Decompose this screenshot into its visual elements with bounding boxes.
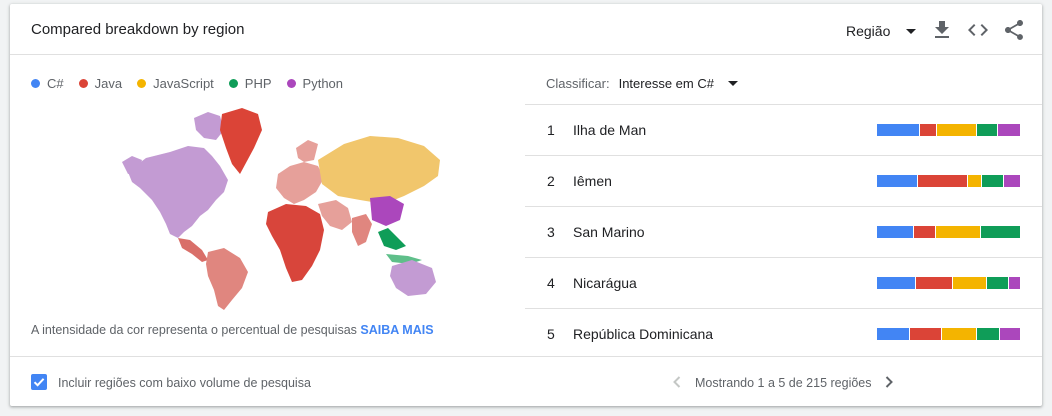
region-ranking-list: 1 Ilha de Man 2 Iêmen 3 San Marino 4 Nicarágua 5… — [525, 104, 1042, 359]
map-region-europe — [276, 162, 324, 204]
include-low-volume-label[interactable]: Incluir regiões com baixo volume de pesq… — [58, 376, 311, 390]
region-breakdown-card: Compared breakdown by region Região C# J… — [10, 4, 1042, 406]
region-name: República Dominicana — [573, 326, 714, 342]
legend-dot — [137, 78, 147, 88]
share-segment-php — [980, 226, 1020, 238]
map-region-scandinavia — [296, 140, 318, 162]
region-share-bar — [877, 328, 1020, 340]
share-segment-java — [919, 124, 937, 136]
share-segment-javascript — [936, 226, 980, 238]
sort-control: Classificar: Interesse em C# — [546, 74, 738, 92]
region-dropdown-label: Região — [846, 23, 891, 39]
share-segment-python — [1000, 328, 1020, 340]
region-row[interactable]: 1 Ilha de Man — [525, 104, 1042, 155]
map-region-china — [370, 196, 404, 226]
legend-label: PHP — [244, 75, 272, 91]
sort-label: Classificar: — [546, 75, 610, 91]
card-footer: Incluir regiões com baixo volume de pesq… — [10, 356, 1042, 407]
share-segment-csharp — [877, 175, 917, 187]
region-row[interactable]: 2 Iêmen — [525, 155, 1042, 206]
share-segment-java — [915, 277, 952, 289]
region-rank: 5 — [547, 326, 555, 342]
legend-dot — [31, 78, 40, 88]
map-region-russia — [318, 136, 440, 204]
map-region-india — [352, 214, 372, 246]
legend-item-python[interactable]: Python — [286, 75, 344, 91]
share-segment-php — [976, 328, 1000, 340]
share-segment-csharp — [877, 328, 910, 340]
region-share-bar — [877, 175, 1020, 187]
region-share-bar — [877, 124, 1020, 136]
chevron-down-icon[interactable] — [727, 80, 738, 86]
share-segment-python — [1008, 277, 1020, 289]
region-share-bar — [877, 226, 1020, 238]
legend-item-java[interactable]: Java — [78, 75, 123, 91]
share-segment-javascript — [952, 277, 986, 289]
legend-dot — [78, 78, 88, 88]
region-rank: 3 — [547, 224, 555, 240]
region-rank: 4 — [547, 275, 555, 291]
share-segment-php — [982, 175, 1004, 187]
map-region-central-america — [178, 238, 208, 262]
card-header: Compared breakdown by region Região — [10, 4, 1042, 55]
legend-label: Java — [94, 75, 123, 91]
region-row[interactable]: 3 San Marino — [525, 206, 1042, 257]
world-map[interactable] — [108, 100, 444, 312]
learn-more-link[interactable]: SAIBA MAIS — [360, 323, 433, 337]
share-segment-php — [977, 124, 997, 136]
region-name: Iêmen — [573, 173, 612, 189]
legend-label: JavaScript — [153, 75, 214, 91]
region-row[interactable]: 4 Nicarágua — [525, 257, 1042, 308]
card-title: Compared breakdown by region — [31, 21, 245, 38]
share-segment-javascript — [937, 124, 977, 136]
map-region-canada-islands — [194, 112, 224, 140]
map-region-southeast-asia — [378, 228, 406, 250]
legend-item-php[interactable]: PHP — [228, 75, 272, 91]
map-region-north-america — [128, 146, 228, 238]
map-region-africa — [266, 204, 324, 282]
legend-item-javascript[interactable]: JavaScript — [137, 76, 214, 91]
share-segment-java — [914, 226, 936, 238]
map-region-greenland — [220, 108, 262, 174]
legend-item-csharp[interactable]: C# — [31, 76, 64, 91]
pagination-status: Mostrando 1 a 5 de 215 regiões — [695, 376, 872, 390]
include-low-volume-checkbox[interactable] — [31, 374, 47, 390]
chevron-down-icon — [906, 28, 917, 34]
download-icon[interactable] — [930, 18, 954, 42]
region-name: San Marino — [573, 224, 645, 240]
share-segment-python — [997, 124, 1020, 136]
share-icon[interactable] — [1002, 18, 1026, 42]
map-region-middle-east — [318, 200, 352, 230]
map-region-australia — [390, 260, 436, 296]
share-segment-python — [1004, 175, 1020, 187]
region-rank: 1 — [547, 122, 555, 138]
map-color-note: A intensidade da cor representa o percen… — [31, 323, 434, 337]
next-page-icon[interactable] — [881, 374, 897, 390]
map-region-south-america — [206, 248, 248, 310]
share-segment-csharp — [877, 226, 914, 238]
region-share-bar — [877, 277, 1020, 289]
series-legend: C# Java JavaScript PHP Python — [31, 74, 358, 92]
share-segment-csharp — [877, 124, 919, 136]
embed-code-icon[interactable] — [966, 18, 990, 42]
region-name: Nicarágua — [573, 275, 637, 291]
previous-page-icon[interactable] — [669, 374, 685, 390]
legend-label: C# — [47, 75, 64, 91]
map-note-text: A intensidade da cor representa o percen… — [31, 323, 357, 337]
region-rank: 2 — [547, 173, 555, 189]
share-segment-javascript — [942, 328, 976, 340]
share-segment-java — [917, 175, 968, 187]
share-segment-javascript — [968, 175, 982, 187]
share-segment-php — [987, 277, 1008, 289]
region-name: Ilha de Man — [573, 122, 647, 138]
legend-dot — [228, 78, 238, 88]
share-segment-java — [910, 328, 942, 340]
region-dropdown[interactable]: Região — [846, 21, 917, 41]
legend-label: Python — [302, 75, 344, 91]
share-segment-csharp — [877, 277, 915, 289]
region-row[interactable]: 5 República Dominicana — [525, 308, 1042, 359]
sort-dropdown[interactable]: Interesse em C# — [619, 76, 714, 91]
legend-dot — [286, 78, 296, 88]
